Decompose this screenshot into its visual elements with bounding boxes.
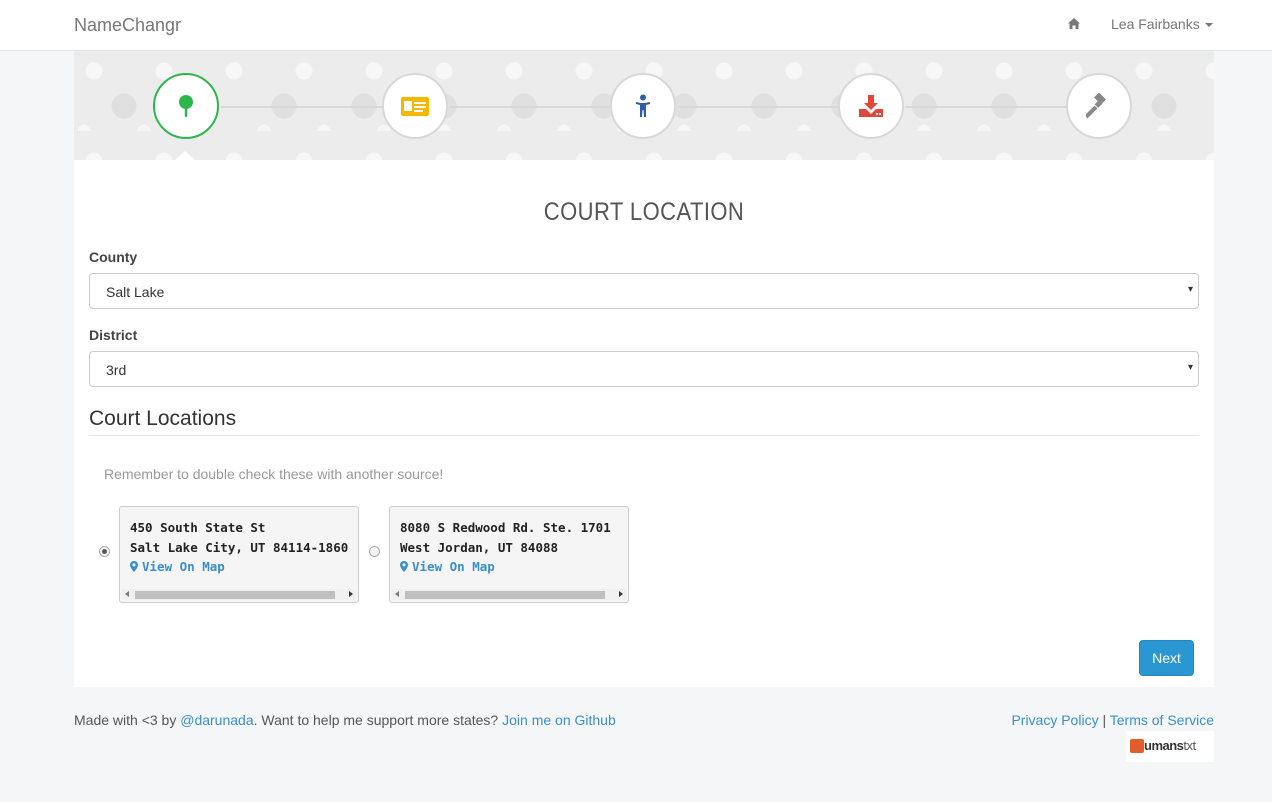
humans-txt-badge[interactable]: umanstxt <box>1126 731 1214 762</box>
scroll-thumb[interactable] <box>135 591 335 599</box>
brand-link[interactable]: NameChangr <box>74 15 181 36</box>
scroll-left-icon[interactable] <box>395 591 399 597</box>
step-progress-banner <box>74 51 1214 160</box>
step-personal-info[interactable] <box>382 73 448 139</box>
map-pin-icon <box>179 95 193 117</box>
county-label: County <box>89 249 138 265</box>
horizontal-scrollbar[interactable] <box>392 589 626 600</box>
county-select[interactable]: Salt Lake ▾ <box>89 273 1199 309</box>
user-menu-dropdown[interactable]: Lea Fairbanks <box>1111 16 1213 32</box>
address-line-2: Salt Lake City, UT 84114-1860 <box>130 540 349 555</box>
district-label: District <box>89 327 138 343</box>
step-connector <box>678 106 839 108</box>
view-on-map-label: View On Map <box>412 559 495 574</box>
address-line-1: 8080 S Redwood Rd. Ste. 1701 <box>400 520 611 535</box>
active-step-pointer <box>175 151 195 160</box>
step-court-location[interactable] <box>153 73 219 139</box>
verification-hint: Remember to double check these with anot… <box>104 466 444 482</box>
footer-legal: Privacy Policy | Terms of Service <box>1011 712 1214 728</box>
footer-credits: Made with <3 by @darunada. Want to help … <box>74 712 616 728</box>
map-marker-icon <box>400 561 408 572</box>
address-line-1: 450 South State St <box>130 520 266 535</box>
navbar: NameChangr Lea Fairbanks <box>0 0 1272 51</box>
horizontal-scrollbar[interactable] <box>122 589 356 600</box>
map-marker-icon <box>130 561 138 572</box>
select-arrow-icon: ▾ <box>1187 284 1193 295</box>
download-icon <box>859 95 883 117</box>
location-radio-1[interactable] <box>99 546 110 557</box>
district-select[interactable]: 3rd ▾ <box>89 351 1199 387</box>
main-panel: COURT LOCATION County Salt Lake ▾ Distri… <box>74 160 1214 687</box>
page-title: COURT LOCATION <box>543 198 745 226</box>
made-with-text: Made with <3 by <box>74 712 181 728</box>
location-card: 450 South State St Salt Lake City, UT 84… <box>119 506 359 603</box>
step-person[interactable] <box>610 73 676 139</box>
footer-separator: | <box>1102 712 1107 728</box>
id-card-icon <box>401 97 429 116</box>
github-link[interactable]: Join me on Github <box>502 712 616 728</box>
step-connector <box>450 106 611 108</box>
address-line-2: West Jordan, UT 84088 <box>400 540 559 555</box>
scroll-left-icon[interactable] <box>125 591 129 597</box>
step-connector <box>221 106 383 108</box>
privacy-policy-link[interactable]: Privacy Policy <box>1011 712 1098 728</box>
court-locations-heading: Court Locations <box>89 407 237 430</box>
help-text: . Want to help me support more states? <box>253 712 503 728</box>
step-connector <box>906 106 1067 108</box>
home-icon[interactable] <box>1067 17 1083 33</box>
scroll-right-icon[interactable] <box>619 591 623 597</box>
step-court-filing[interactable] <box>1066 73 1132 139</box>
humans-logo-icon <box>1130 739 1144 753</box>
humans-txt-label: umanstxt <box>1144 738 1196 753</box>
next-button[interactable]: Next <box>1139 640 1194 676</box>
view-on-map-link[interactable]: View On Map <box>400 559 495 574</box>
location-card: 8080 S Redwood Rd. Ste. 1701 West Jordan… <box>389 506 629 603</box>
view-on-map-label: View On Map <box>142 559 225 574</box>
district-value: 3rd <box>106 362 127 378</box>
view-on-map-link[interactable]: View On Map <box>130 559 225 574</box>
chevron-down-icon <box>1204 23 1213 28</box>
step-download[interactable] <box>838 73 904 139</box>
scroll-right-icon[interactable] <box>349 591 353 597</box>
author-link[interactable]: @darunada <box>180 712 253 728</box>
select-arrow-icon: ▾ <box>1187 362 1193 373</box>
gavel-icon <box>1086 93 1107 119</box>
terms-of-service-link[interactable]: Terms of Service <box>1110 712 1214 728</box>
divider <box>89 435 1199 436</box>
person-icon <box>636 94 650 117</box>
scroll-thumb[interactable] <box>405 591 605 599</box>
county-value: Salt Lake <box>106 284 165 300</box>
location-radio-2[interactable] <box>369 546 380 557</box>
user-name: Lea Fairbanks <box>1111 16 1200 32</box>
